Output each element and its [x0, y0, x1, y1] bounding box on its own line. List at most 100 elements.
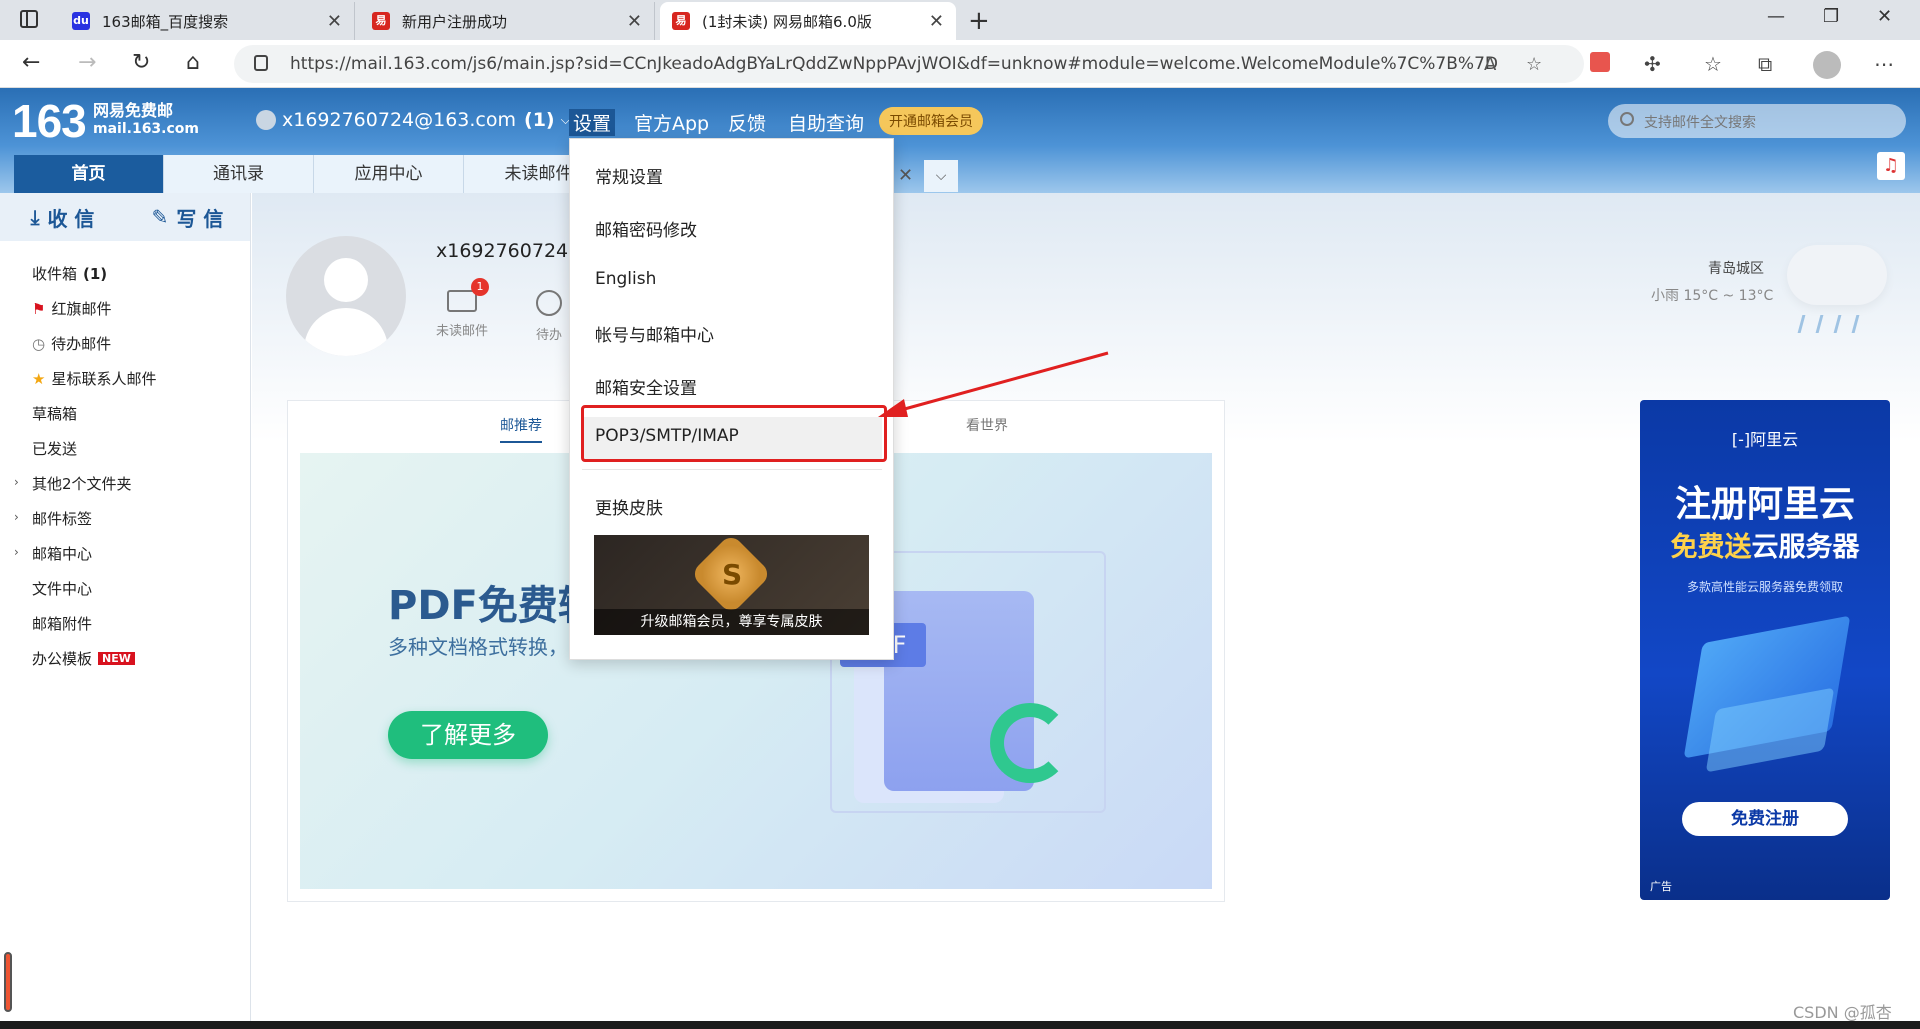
ad-subtitle: 免费送云服务器	[1640, 525, 1890, 564]
close-tab-icon[interactable]: ✕	[929, 11, 944, 32]
tab-app-center[interactable]: 应用中心	[314, 155, 464, 193]
close-tab-icon[interactable]: ✕	[627, 11, 642, 32]
compose-bar: ⤓ 收 信 ✎ 写 信	[0, 193, 250, 241]
free-register-button[interactable]: 免费注册	[1682, 802, 1848, 836]
logo-line2: mail.163.com	[93, 121, 199, 137]
forward-icon[interactable]: →	[78, 50, 96, 75]
tab-actions-icon[interactable]	[20, 10, 38, 28]
download-icon: ⤓	[30, 205, 40, 229]
clock-icon	[536, 290, 562, 316]
folder-label: 收件箱	[32, 265, 78, 283]
highlight-box	[581, 405, 887, 462]
sidebar-item-file-center[interactable]: 文件中心	[32, 578, 92, 599]
menu-item-account-center[interactable]: 帐号与邮箱中心	[595, 321, 714, 346]
sidebar-item-flagged[interactable]: ⚑ 红旗邮件	[32, 298, 111, 319]
search-input[interactable]: 支持邮件全文搜索	[1608, 104, 1906, 138]
logo-163[interactable]: 163	[12, 94, 87, 148]
chevron-right-icon[interactable]: ›	[14, 545, 19, 559]
folder-label: 星标联系人邮件	[51, 370, 157, 388]
menu-item-english[interactable]: English	[595, 269, 656, 289]
welcome-username: x1692760724,	[436, 240, 575, 262]
sidebar-item-sent[interactable]: 已发送	[32, 438, 77, 459]
profile-avatar-icon[interactable]	[1813, 51, 1841, 79]
unread-label: 未读邮件	[436, 324, 489, 339]
nav-feedback[interactable]: 反馈	[728, 109, 766, 136]
nav-settings[interactable]: 设置	[569, 109, 616, 136]
url-bar[interactable]: https://mail.163.com/js6/main.jsp?sid=CC…	[234, 45, 1584, 83]
receive-label: 收 信	[47, 206, 95, 231]
sidebar-item-inbox[interactable]: 收件箱 (1)	[32, 263, 107, 284]
folder-count: (1)	[83, 264, 108, 283]
home-icon[interactable]: ⌂	[186, 50, 200, 75]
tab-recommend[interactable]: 邮推荐	[500, 415, 542, 443]
weather-desc: 小雨 15°C ~ 13°C	[1651, 288, 1774, 304]
learn-more-button[interactable]: 了解更多	[388, 711, 548, 759]
todo-label: 待办	[536, 328, 563, 343]
ad-desc: 多款高性能云服务器免费领取	[1686, 580, 1843, 594]
sidebar-item-starred[interactable]: ★ 星标联系人邮件	[32, 368, 156, 389]
browser-tab-baidu[interactable]: du 163邮箱_百度搜索 ✕	[60, 2, 355, 40]
envelope-icon: 1	[447, 278, 489, 312]
extensions-icon[interactable]: ✣	[1644, 52, 1661, 76]
minimize-icon[interactable]: —	[1767, 6, 1785, 27]
menu-item-change-skin[interactable]: 更换皮肤	[595, 494, 663, 519]
close-tab-icon[interactable]: ✕	[898, 165, 913, 186]
logo-line1: 网易免费邮	[93, 101, 174, 120]
clock-icon: ◷	[32, 334, 46, 353]
write-label: 写 信	[176, 206, 224, 231]
nav-official-app[interactable]: 官方App	[634, 109, 709, 136]
todo-stat[interactable]: 待办	[536, 290, 562, 343]
back-icon[interactable]: ←	[22, 50, 40, 75]
write-button[interactable]: ✎ 写 信	[125, 193, 250, 241]
chevron-right-icon[interactable]: ›	[14, 510, 19, 524]
menu-item-general-settings[interactable]: 常规设置	[595, 163, 663, 188]
sidebar-item-drafts[interactable]: 草稿箱	[32, 403, 77, 424]
sidebar-item-other-folders[interactable]: 其他2个文件夹	[32, 473, 132, 494]
music-icon[interactable]: ♫	[1877, 152, 1905, 180]
lock-icon[interactable]	[254, 55, 268, 71]
coin-icon	[256, 110, 276, 130]
new-tab-icon[interactable]: +	[968, 6, 990, 36]
baidu-icon: du	[72, 12, 90, 30]
menu-item-security[interactable]: 邮箱安全设置	[595, 374, 697, 399]
rain-cloud-icon	[1787, 245, 1887, 305]
close-tab-icon[interactable]: ✕	[327, 11, 342, 32]
unread-stat[interactable]: 1 未读邮件	[436, 278, 489, 339]
maximize-icon[interactable]: ❐	[1823, 6, 1839, 27]
nav-self-service[interactable]: 自助查询	[788, 109, 864, 136]
more-menu-icon[interactable]: ⋯	[1874, 52, 1894, 76]
vip-coin-icon	[689, 535, 773, 616]
tab-contacts[interactable]: 通讯录	[164, 155, 314, 193]
menu-item-password[interactable]: 邮箱密码修改	[595, 216, 697, 241]
ad-subtitle-rest: 云服务器	[1751, 532, 1860, 563]
read-aloud-icon[interactable]: A	[1484, 54, 1496, 75]
extension-icon[interactable]	[1590, 52, 1610, 72]
sidebar-item-tags[interactable]: 邮件标签	[32, 508, 92, 529]
collections-icon[interactable]: ⧉	[1758, 52, 1772, 76]
scrollbar-handle[interactable]	[4, 952, 12, 1012]
skin-promo-banner[interactable]: 升级邮箱会员，尊享专属皮肤	[594, 535, 869, 635]
receive-button[interactable]: ⤓ 收 信	[0, 193, 125, 241]
close-window-icon[interactable]: ✕	[1877, 6, 1892, 27]
tab-more-chevron-icon[interactable]: ⌵	[924, 160, 958, 192]
sidebar-item-attachments[interactable]: 邮箱附件	[32, 613, 92, 634]
logo-text: 网易免费邮 mail.163.com	[93, 102, 199, 138]
browser-tab-register[interactable]: 易 新用户注册成功 ✕	[360, 2, 655, 40]
url-text[interactable]: https://mail.163.com/js6/main.jsp?sid=CC…	[290, 54, 1498, 74]
sidebar-item-mail-center[interactable]: 邮箱中心	[32, 543, 92, 564]
ad-subtitle-highlight: 免费送	[1670, 532, 1752, 563]
account-switcher[interactable]: x1692760724@163.com (1) ⌵	[256, 109, 570, 131]
sidebar-item-office-templates[interactable]: 办公模板 NEW	[32, 648, 135, 669]
tab-home[interactable]: 首页	[14, 155, 164, 193]
add-favorite-icon[interactable]: ☆	[1526, 54, 1542, 75]
vip-button[interactable]: 开通邮箱会员	[879, 107, 983, 135]
chevron-right-icon[interactable]: ›	[14, 475, 19, 489]
folder-label: 红旗邮件	[51, 300, 112, 318]
sidebar-item-todo[interactable]: ◷ 待办邮件	[32, 333, 111, 354]
user-avatar[interactable]	[286, 236, 406, 356]
browser-tab-mail[interactable]: 易 (1封未读) 网易邮箱6.0版 ✕	[660, 2, 956, 40]
aliyun-ad[interactable]: [-]阿里云 注册阿里云 免费送云服务器 多款高性能云服务器免费领取 免费注册 …	[1640, 400, 1890, 900]
refresh-icon[interactable]: ↻	[132, 50, 150, 75]
watermark: CSDN @孤杏	[1793, 1003, 1892, 1022]
favorites-icon[interactable]: ☆	[1704, 52, 1722, 76]
